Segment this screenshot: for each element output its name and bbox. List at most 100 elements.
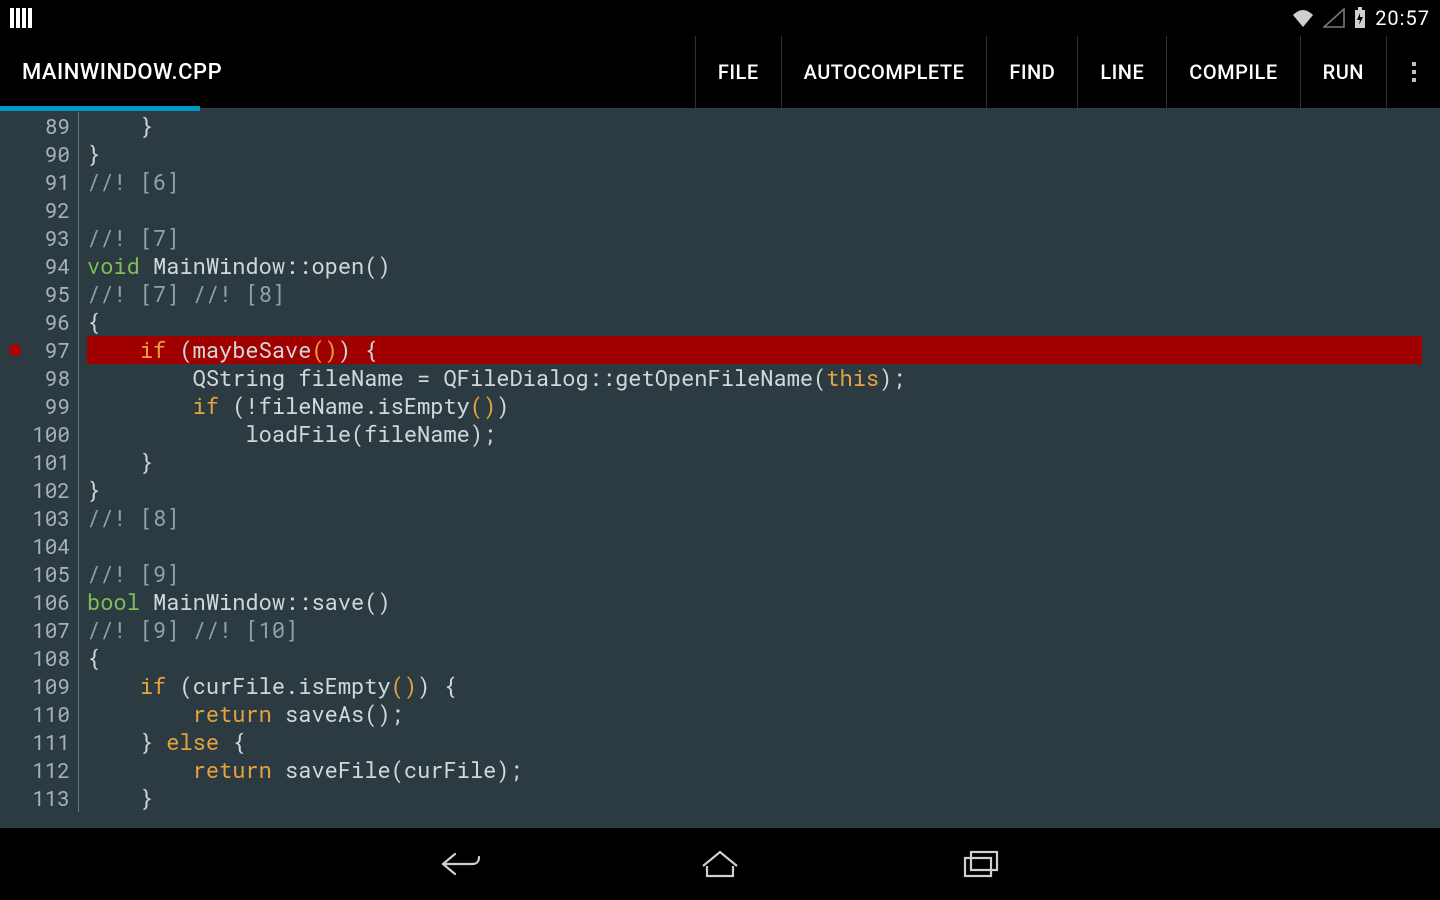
breakpoint-gutter[interactable] <box>6 196 24 224</box>
menu-compile[interactable]: COMPILE <box>1166 36 1299 108</box>
code-line[interactable]: 106bool MainWindow::save() <box>6 588 1422 616</box>
code-line[interactable]: 97 if (maybeSave()) { <box>6 336 1422 364</box>
code-line[interactable]: 101 } <box>6 448 1422 476</box>
breakpoint-gutter[interactable] <box>6 532 24 560</box>
breakpoint-gutter[interactable] <box>6 448 24 476</box>
code-content[interactable]: //! [9] <box>87 560 1422 588</box>
code-line[interactable]: 102} <box>6 476 1422 504</box>
code-content[interactable]: } <box>87 476 1422 504</box>
code-content[interactable] <box>87 196 1422 224</box>
code-line[interactable]: 92 <box>6 196 1422 224</box>
code-content[interactable]: return saveFile(curFile); <box>87 756 1422 784</box>
code-line[interactable]: 91//! [6] <box>6 168 1422 196</box>
breakpoint-gutter[interactable] <box>6 588 24 616</box>
code-line[interactable]: 108{ <box>6 644 1422 672</box>
breakpoint-gutter[interactable] <box>6 728 24 756</box>
breakpoint-gutter[interactable] <box>6 336 24 364</box>
code-content[interactable] <box>87 532 1422 560</box>
back-icon <box>437 848 483 880</box>
app-activity-icon <box>10 8 32 28</box>
code-content[interactable]: { <box>87 308 1422 336</box>
code-content[interactable]: //! [6] <box>87 168 1422 196</box>
code-line[interactable]: 90} <box>6 140 1422 168</box>
code-content[interactable]: //! [7] <box>87 224 1422 252</box>
code-line[interactable]: 111 } else { <box>6 728 1422 756</box>
line-number: 94 <box>24 252 74 280</box>
breakpoint-gutter[interactable] <box>6 280 24 308</box>
line-number: 101 <box>24 448 74 476</box>
code-line[interactable]: 93//! [7] <box>6 224 1422 252</box>
overflow-menu-button[interactable] <box>1386 36 1440 108</box>
menu-find-label: FIND <box>1009 60 1055 84</box>
code-line[interactable]: 112 return saveFile(curFile); <box>6 756 1422 784</box>
breakpoint-gutter[interactable] <box>6 140 24 168</box>
nav-recents-button[interactable] <box>950 844 1010 884</box>
code-content[interactable]: loadFile(fileName); <box>87 420 1422 448</box>
breakpoint-gutter[interactable] <box>6 308 24 336</box>
code-content[interactable]: bool MainWindow::save() <box>87 588 1422 616</box>
gutter-separator <box>78 644 79 672</box>
code-content[interactable]: } else { <box>87 728 1422 756</box>
breakpoint-gutter[interactable] <box>6 420 24 448</box>
breakpoint-gutter[interactable] <box>6 644 24 672</box>
file-tab[interactable]: MAINWINDOW.CPP <box>0 36 244 108</box>
breakpoint-gutter[interactable] <box>6 224 24 252</box>
code-line[interactable]: 89 } <box>6 112 1422 140</box>
menu-line[interactable]: LINE <box>1077 36 1166 108</box>
code-line[interactable]: 100 loadFile(fileName); <box>6 420 1422 448</box>
code-line[interactable]: 103//! [8] <box>6 504 1422 532</box>
code-content[interactable]: //! [9] //! [10] <box>87 616 1422 644</box>
code-line[interactable]: 107//! [9] //! [10] <box>6 616 1422 644</box>
breakpoint-gutter[interactable] <box>6 700 24 728</box>
code-content[interactable]: if (curFile.isEmpty()) { <box>87 672 1422 700</box>
menu-file[interactable]: FILE <box>695 36 781 108</box>
code-content[interactable]: } <box>87 784 1422 812</box>
code-line[interactable]: 99 if (!fileName.isEmpty()) <box>6 392 1422 420</box>
code-content[interactable]: //! [7] //! [8] <box>87 280 1422 308</box>
code-line[interactable]: 109 if (curFile.isEmpty()) { <box>6 672 1422 700</box>
breakpoint-gutter[interactable] <box>6 756 24 784</box>
nav-back-button[interactable] <box>430 844 490 884</box>
code-content[interactable]: //! [8] <box>87 504 1422 532</box>
code-line[interactable]: 113 } <box>6 784 1422 812</box>
code-editor[interactable]: 89 }90}91//! [6]9293//! [7]94 void MainWi… <box>0 108 1440 828</box>
breakpoint-gutter[interactable] <box>6 784 24 812</box>
breakpoint-gutter[interactable] <box>6 252 24 280</box>
code-line[interactable]: 110 return saveAs(); <box>6 700 1422 728</box>
breakpoint-gutter[interactable] <box>6 504 24 532</box>
code-content[interactable]: } <box>87 140 1422 168</box>
breakpoint-gutter[interactable] <box>6 616 24 644</box>
code-content[interactable]: QString fileName = QFileDialog::getOpenF… <box>87 364 1422 392</box>
breakpoint-gutter[interactable] <box>6 476 24 504</box>
breakpoint-gutter[interactable] <box>6 168 24 196</box>
gutter-separator <box>78 308 79 336</box>
breakpoint-gutter[interactable] <box>6 392 24 420</box>
menu-run[interactable]: RUN <box>1300 36 1386 108</box>
code-line[interactable]: 96{ <box>6 308 1422 336</box>
action-bar: MAINWINDOW.CPP FILE AUTOCOMPLETE FIND LI… <box>0 36 1440 108</box>
gutter-separator <box>78 168 79 196</box>
nav-home-button[interactable] <box>690 844 750 884</box>
gutter-separator <box>78 784 79 812</box>
code-content[interactable]: return saveAs(); <box>87 700 1422 728</box>
code-content[interactable]: void MainWindow::open() <box>87 252 1422 280</box>
menu-file-label: FILE <box>718 60 759 84</box>
breakpoint-gutter[interactable] <box>6 560 24 588</box>
code-content[interactable]: if (!fileName.isEmpty()) <box>87 392 1422 420</box>
menu-autocomplete[interactable]: AUTOCOMPLETE <box>781 36 987 108</box>
code-line[interactable]: 105//! [9] <box>6 560 1422 588</box>
code-line[interactable]: 95//! [7] //! [8] <box>6 280 1422 308</box>
code-line[interactable]: 104 <box>6 532 1422 560</box>
code-content[interactable]: } <box>87 448 1422 476</box>
gutter-separator <box>78 336 79 364</box>
breakpoint-gutter[interactable] <box>6 112 24 140</box>
code-line[interactable]: 98 QString fileName = QFileDialog::getOp… <box>6 364 1422 392</box>
menu-autocomplete-label: AUTOCOMPLETE <box>804 60 965 84</box>
breakpoint-gutter[interactable] <box>6 364 24 392</box>
menu-find[interactable]: FIND <box>986 36 1077 108</box>
code-content[interactable]: } <box>87 112 1422 140</box>
breakpoint-gutter[interactable] <box>6 672 24 700</box>
code-line[interactable]: 94 void MainWindow::open() <box>6 252 1422 280</box>
code-content[interactable]: if (maybeSave()) { <box>87 336 1422 364</box>
code-content[interactable]: { <box>87 644 1422 672</box>
